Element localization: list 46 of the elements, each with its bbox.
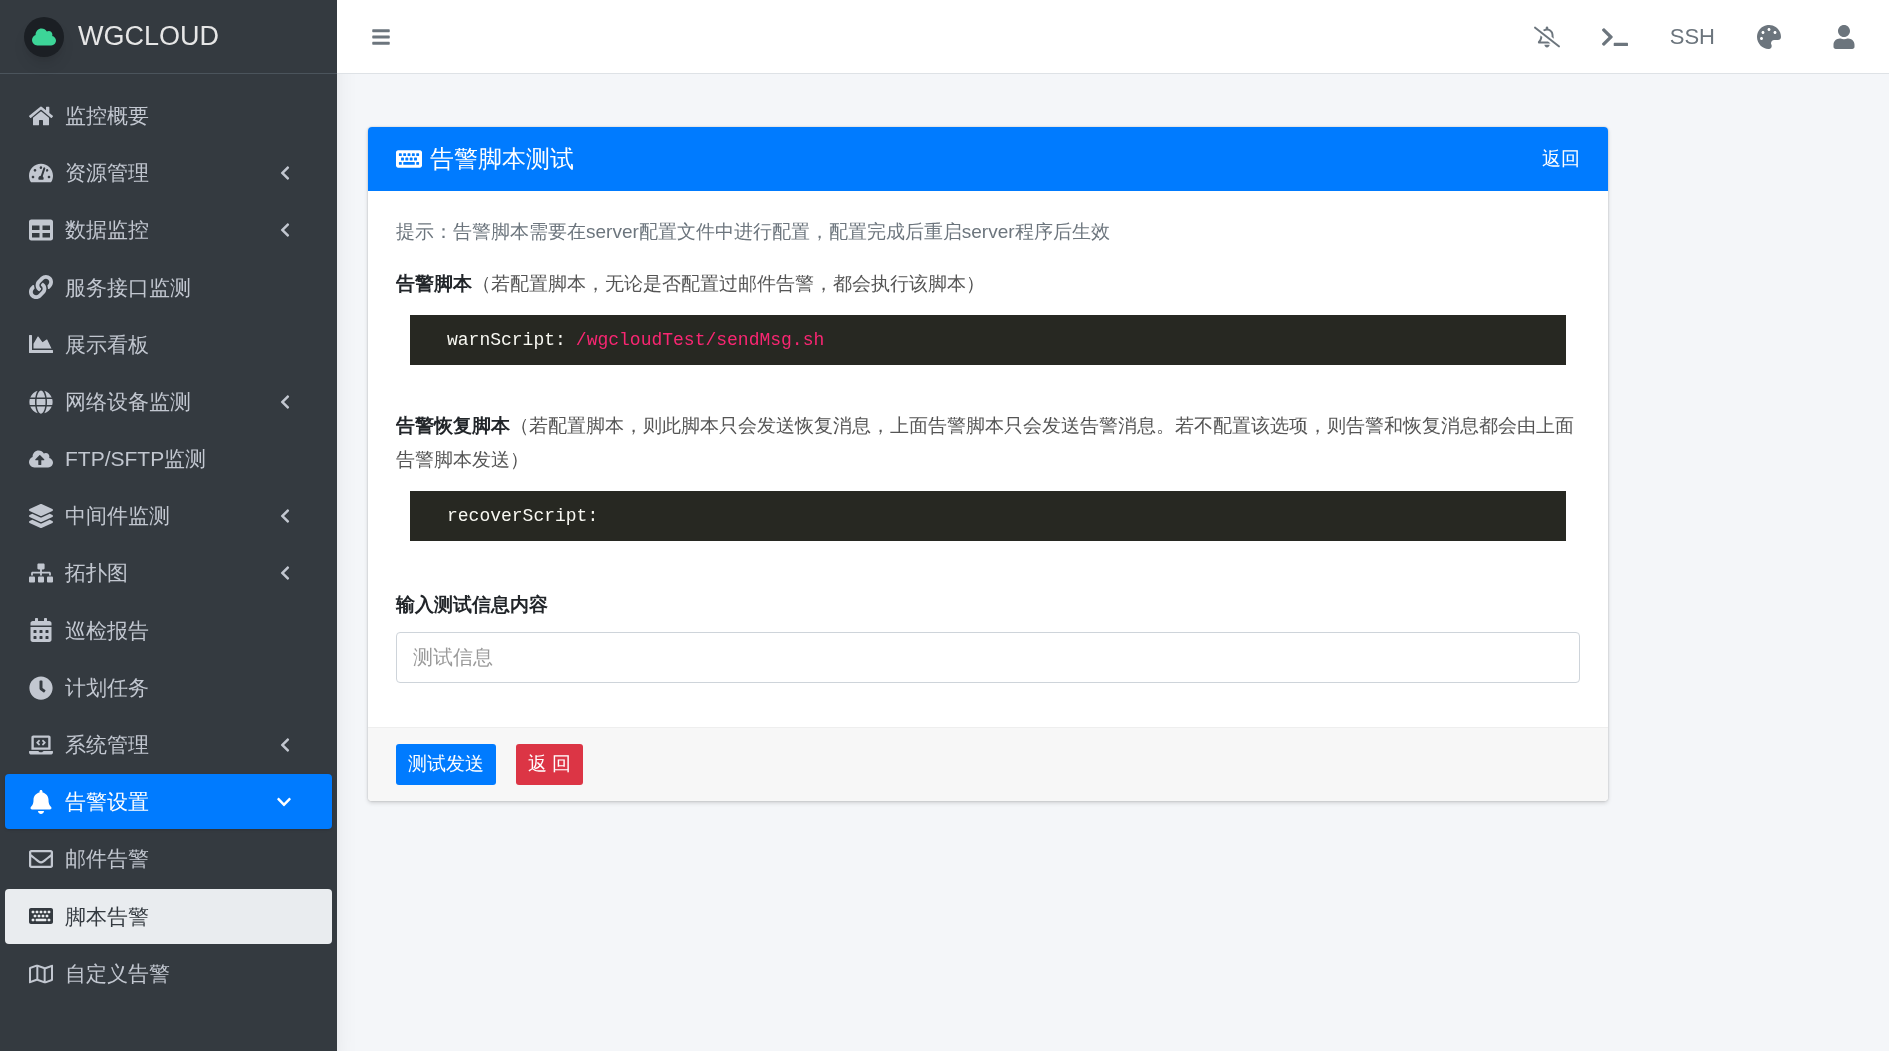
sidebar-item[interactable]: 中间件监测 <box>5 488 332 544</box>
sidebar-item[interactable]: 资源管理 <box>5 145 332 201</box>
card-title: 告警脚本测试 <box>430 144 574 174</box>
chevron-left-icon <box>278 222 292 239</box>
sitemap-icon <box>29 561 53 586</box>
chevron-left-icon <box>278 508 292 524</box>
input-label: 输入测试信息内容 <box>396 593 549 617</box>
chevron-left-icon <box>278 164 292 181</box>
menu-icon <box>371 26 391 47</box>
calendar-icon <box>29 618 53 643</box>
chevron-left-icon <box>278 565 292 582</box>
clock-icon <box>29 675 53 700</box>
laptop-icon <box>29 732 53 757</box>
sidebar-item[interactable]: FTP/SFTP监测 <box>5 431 332 487</box>
brand-name: WGCLOUD <box>78 20 219 54</box>
chevron-left-icon <box>278 393 292 410</box>
sidebar-item[interactable]: 展示看板 <box>5 316 332 372</box>
sidebar-item[interactable]: 邮件告警 <box>5 831 332 887</box>
hint-text: 提示：告警脚本需要在server配置文件中进行配置，配置完成后重启server程序后生效 <box>396 220 1111 244</box>
sidebar-item[interactable]: 脚本告警 <box>5 888 332 944</box>
back-button[interactable]: 返 回 <box>516 743 584 785</box>
sidebar-item[interactable]: 服务接口监测 <box>5 259 332 315</box>
sidebar-item[interactable]: 网络设备监测 <box>5 374 332 430</box>
sidebar-item[interactable]: 自定义告警 <box>5 946 332 1001</box>
sidebar-item[interactable]: 数据监控 <box>5 202 332 258</box>
sidebar-item[interactable]: 系统管理 <box>5 717 332 773</box>
globe-icon <box>29 389 53 414</box>
send-button[interactable]: 测试发送 <box>396 743 496 785</box>
sidebar-item[interactable]: 巡检报告 <box>5 602 332 658</box>
sidebar-item[interactable]: 告警设置 <box>5 774 332 830</box>
bell-icon <box>29 789 53 814</box>
code-block: warnScript: /wgcloudTest/sendMsg.sh <box>410 315 1566 365</box>
sidebar-item[interactable]: 计划任务 <box>5 660 332 716</box>
sidebar-item[interactable]: 拓扑图 <box>5 545 332 601</box>
section-label: 告警脚本（若配置脚本，无论是否配置过邮件告警，都会执行该脚本） <box>396 272 986 296</box>
chevron-left-icon <box>278 736 292 753</box>
back-link[interactable]: 返回 <box>1542 144 1580 174</box>
message-input[interactable]: 测试信息 <box>396 631 1580 683</box>
link-icon <box>29 275 53 300</box>
code-block: recoverScript: <box>410 491 1566 541</box>
sidebar-item[interactable]: 监控概要 <box>5 88 332 144</box>
table-icon <box>29 218 53 243</box>
layers-icon <box>29 504 53 528</box>
ssh-button[interactable]: SSH <box>1669 20 1715 53</box>
section-label: 告警恢复脚本（若配置脚本，则此脚本只会发送恢复消息，上面告警脚本只会发送告警消息。若不配置该选项，则告警和恢复消息都会由上面告警脚本发送） <box>396 414 1575 472</box>
cloud-logo-icon <box>24 16 64 57</box>
